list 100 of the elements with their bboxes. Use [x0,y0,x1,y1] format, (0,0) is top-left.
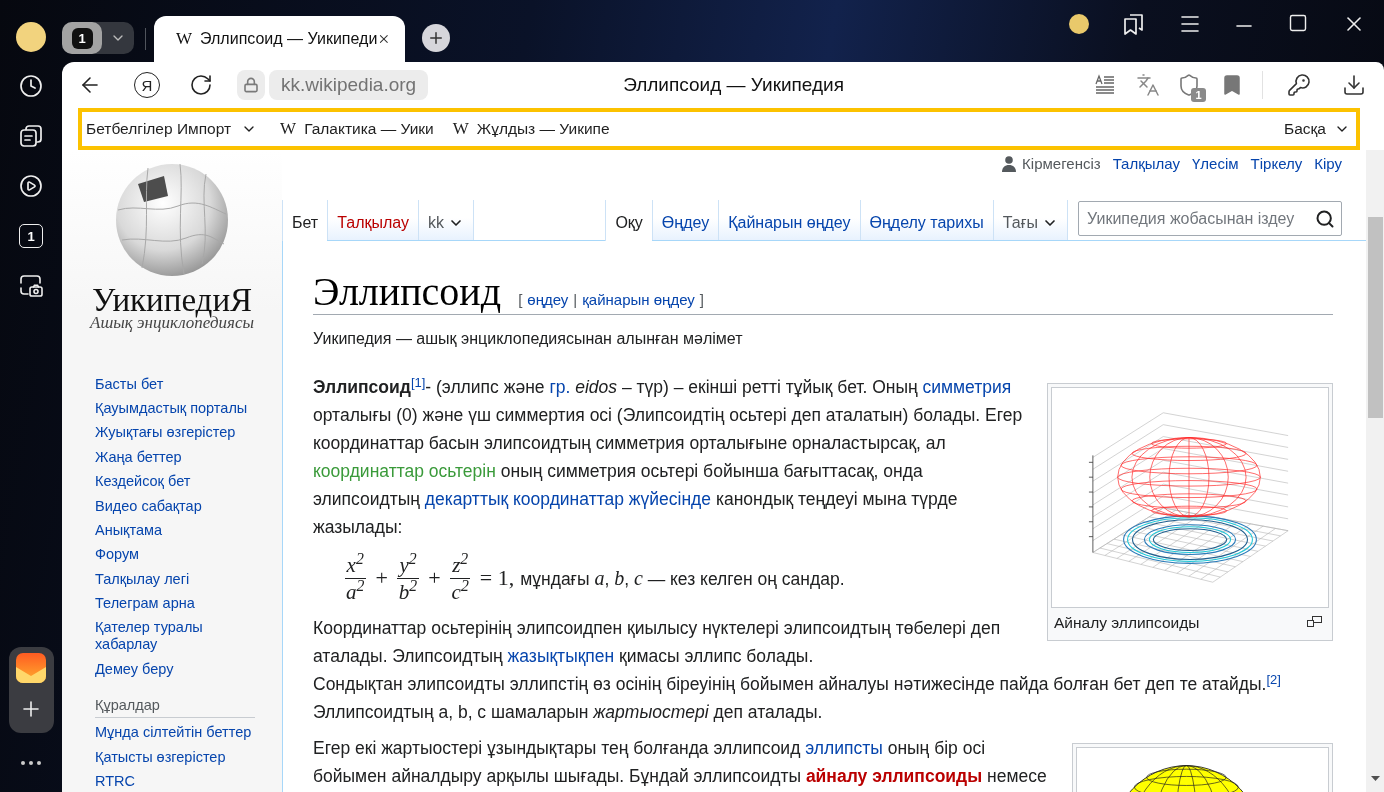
site-favicon: W [280,118,297,141]
screenshot-icon[interactable] [19,274,43,298]
enlarge-icon[interactable] [1307,616,1322,627]
nav-link[interactable]: Видео сабақтар [95,497,202,515]
personal-link[interactable]: Тіркелу [1250,152,1303,176]
nav-link[interactable]: Кездейсоқ бет [95,473,191,491]
nav-link[interactable]: Қателер туралы хабарлау [95,619,265,654]
tools-heading: Құралдар [95,696,255,718]
tab-group-button[interactable]: 1 [62,22,134,54]
mail-icon[interactable] [16,653,46,683]
login-status: Кірмегенсіз [1022,153,1101,174]
scroll-down-icon[interactable] [1370,776,1380,781]
page-tab[interactable]: Өңдеу [651,200,719,240]
nav-link[interactable]: Телеграм арна [95,595,195,613]
article-title: Эллипсоид [313,270,502,314]
plus-sign: + [375,564,388,592]
new-tab-button[interactable] [422,24,450,52]
article-link[interactable]: координаттар осьтерін [313,461,496,481]
profile-avatar[interactable] [1069,14,1089,34]
site-subtitle: Уикипедия — ашық энциклопедиясынан алынған мәлімет [313,329,744,349]
personal-link[interactable]: Үлесім [1192,152,1239,176]
article-paragraph: Эллипсоид$^{[1]}$- (эллипс және гр. eidos – түр) – екінші ретті тұйық бет. Оның симметрия орталығы (0) және үш симмертия осі (Элипсоидтің осьтері деп аталатын) болады. Егер координаттар басын элипсоидтың симметрия орталығыне орналастырсақ, ал координаттар осьтерін оның симметрия осьтері бойынша бағыттасақ, онда элипсоидтың декарттық координаттар жүйесінде канондық теңдеуі мына түрде жазылады: [313,373,1024,539]
fraction-numerator: y$^{2}$ [397,552,419,579]
figure-caption: Айналу эллипсоиды [1054,613,1200,633]
fraction-numerator: z$^{2}$ [450,552,471,579]
reference-link[interactable]: [1] [410,374,426,390]
edit-link[interactable]: қайнарын өңдеу [582,289,695,312]
profile-avatar[interactable] [16,22,46,52]
search-icon[interactable] [1315,208,1335,229]
bookmark-item[interactable]: W Жұлдыз — Уикипе [452,116,610,142]
page-tab[interactable]: Талқылау [327,200,419,240]
article-paragraph: Координаттар осьтерінің элипсоидпен қиылысу нүктелері элипсоидтың төбелері деп аталады. Элипсоидтың жазықтықпен қимасы эллипс болады. [313,617,1002,668]
page-tab[interactable]: Оқу [605,200,652,241]
nav-link[interactable]: RTRC [95,772,135,790]
edit-link[interactable]: өңдеу [527,289,569,312]
more-icon[interactable] [21,761,41,765]
reader-mode-icon[interactable] [1093,73,1117,97]
logo-wordmark: УикипедиЯ [91,283,253,317]
page-tab[interactable]: Қайнарын өңдеу [718,200,860,240]
history-icon[interactable] [19,74,43,98]
bookmark-folder-button[interactable]: Бетбелгілер Импорт [86,117,258,141]
opening-bracket: [ [518,290,523,310]
page-tab[interactable]: Тағы [992,200,1067,240]
bookmark-item[interactable]: W Галактика — Уики [280,116,434,142]
article-paragraph: Сондықтан элипсоидты эллипстің өз осінің біреуінің бойымен айналуы нәтижесінде пайда болған бет деп те атайды.$^{[2]}$ Эллипсоидтың a, b, c шамаларын жартыостері деп аталады. [313,670,1282,724]
cards-icon[interactable] [19,124,43,148]
article-link[interactable]: жазықтықпен [507,646,615,666]
fraction-denominator: c$^{2}$ [450,578,470,604]
tab-counter-button[interactable]: 1 [19,224,43,248]
article-link[interactable]: симметрия [922,377,1012,397]
nav-link[interactable]: Жаңа беттер [95,448,182,466]
nav-link[interactable]: Талқылау легі [95,570,190,588]
page-tab[interactable]: Өңделу тарихы [859,200,993,240]
site-info-button[interactable] [237,70,265,100]
personal-link[interactable]: Талқылау [1112,152,1180,176]
nav-link[interactable]: Қауымдастық порталы [95,400,248,418]
plus-icon[interactable] [427,29,445,47]
site-favicon: W [176,28,193,51]
browser-tab[interactable]: W Эллипсоид — Уикипеди [154,16,405,62]
article-link[interactable]: айналу эллипсоиды [805,766,983,786]
fraction-denominator: b$^{2}$ [397,578,419,604]
reload-icon[interactable] [189,73,213,97]
tracker-count-badge: 1 [1191,88,1206,102]
nav-link[interactable]: Қатысты өзгерістер [95,748,226,766]
nav-link[interactable]: Жуықтағы өзгерістер [95,424,236,442]
page-title: Эллипсоид — Уикипедия [623,72,844,97]
reference-link[interactable]: [2] [1266,671,1281,687]
play-icon[interactable] [19,174,43,198]
nav-link[interactable]: Форум [95,546,140,564]
article-paragraph: Егер екі жартыостері ұзындықтары тең болғанда эллипсоид эллипсты оның бір осі бойымен айналдыру арқылы шығады. Бұндай эллипсоидты айналу эллипсоиды немесе [313,737,1048,788]
translate-icon[interactable] [1136,73,1160,97]
nav-link[interactable]: Анықтама [95,521,163,539]
user-icon [1002,156,1017,172]
closing-bracket: ] [699,290,704,310]
bookmarks-icon[interactable] [1122,12,1146,36]
nav-link[interactable]: Басты бет [95,375,164,393]
shield-icon[interactable] [1177,73,1201,97]
formula-note: мұндағы a, b, c — кез келген оң сандар. [520,565,845,591]
nav-link[interactable]: Мұнда сілтейтін беттер [95,724,252,742]
nav-link[interactable]: Демеу беру [95,660,174,678]
page-tab[interactable]: Бет [282,200,328,241]
key-icon[interactable] [1287,73,1311,97]
article-link[interactable]: декарттық координаттар жүйесінде [424,489,711,509]
site-favicon: W [452,118,469,141]
search-field[interactable]: Уикипедия жобасынан іздеу [1078,201,1342,236]
article-link[interactable]: гр. [549,377,571,397]
plus-sign: + [428,564,441,592]
equation-result: = 1, [479,564,515,592]
link-separator: | [573,290,578,310]
fraction-numerator: x$^{2}$ [344,552,366,579]
download-icon[interactable] [1342,73,1366,97]
page-tab[interactable]: kk [418,200,474,240]
personal-link[interactable]: Кіру [1314,152,1342,176]
maximize-icon[interactable] [1288,13,1308,33]
article-link[interactable]: эллипсты [805,738,883,758]
scrollbar-thumb[interactable] [1367,217,1383,418]
lock-icon[interactable] [243,77,259,93]
other-bookmarks-button[interactable]: Басқа [1284,117,1350,141]
address-field[interactable]: kk.wikipedia.org [269,70,429,100]
fraction-denominator: a$^{2}$ [345,578,366,604]
